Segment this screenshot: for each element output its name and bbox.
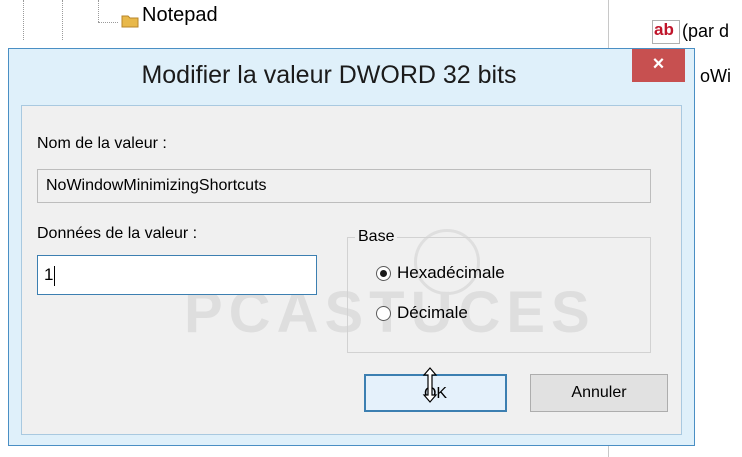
radio-label-decimal: Décimale xyxy=(397,303,468,322)
base-groupbox xyxy=(347,237,651,353)
tree-guide-line xyxy=(62,0,63,40)
radio-decimal[interactable]: Décimale xyxy=(376,303,468,323)
radio-unchecked-icon[interactable] xyxy=(376,305,391,321)
dialog-title: Modifier la valeur DWORD 32 bits xyxy=(141,61,517,89)
value-name-field: NoWindowMinimizingShortcuts xyxy=(37,169,651,203)
value-name-partial[interactable]: oWi xyxy=(700,66,731,87)
value-name-label: Nom de la valeur : xyxy=(37,135,167,152)
close-button[interactable]: × xyxy=(632,49,685,82)
tree-guide-line xyxy=(98,0,99,22)
tree-item-notepad[interactable]: Notepad xyxy=(142,4,218,27)
radio-hexadecimal[interactable]: Hexadécimale xyxy=(376,263,505,283)
value-data-text: 1 xyxy=(44,265,54,284)
value-data-input[interactable]: 1 xyxy=(37,255,317,295)
radio-label-hexadecimal: Hexadécimale xyxy=(397,263,505,282)
string-value-icon: ab xyxy=(652,20,680,44)
tree-guide-line xyxy=(23,0,24,40)
base-group-title: Base xyxy=(355,228,398,246)
edit-dword-dialog: Modifier la valeur DWORD 32 bits × PCAST… xyxy=(8,48,695,446)
value-data-label: Données de la valeur : xyxy=(37,225,198,242)
tree-connector-line xyxy=(98,22,118,23)
folder-icon xyxy=(121,15,139,28)
dialog-titlebar[interactable]: Modifier la valeur DWORD 32 bits × xyxy=(9,49,694,105)
text-select-cursor-icon xyxy=(422,367,438,403)
text-caret xyxy=(54,265,56,286)
radio-checked-icon[interactable] xyxy=(376,265,391,281)
cancel-button[interactable]: Annuler xyxy=(530,374,668,412)
value-name-partial[interactable]: (par d xyxy=(682,21,729,42)
